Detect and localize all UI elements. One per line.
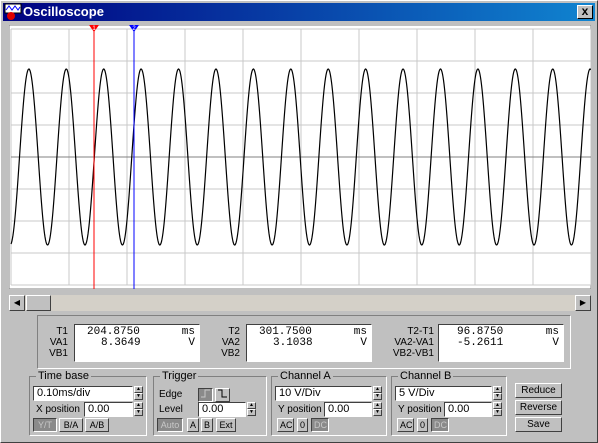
channel-a-group: Channel A 10 V/Div ▲ ▼ Y position 0.00 ▲ ▼… xyxy=(271,370,387,436)
va2-value: 3.1038 xyxy=(273,337,313,349)
channel-a-zero-button[interactable]: 0 xyxy=(297,418,308,432)
timebase-spinner[interactable]: ▲ ▼ xyxy=(134,386,143,400)
channel-a-ac-button[interactable]: AC xyxy=(277,418,294,432)
oscilloscope-app-icon xyxy=(4,3,22,20)
spin-up-icon[interactable]: ▲ xyxy=(493,402,502,409)
timebase-select[interactable]: 0.10ms/div xyxy=(33,386,133,401)
mode-ba-button[interactable]: B/A xyxy=(59,418,83,432)
spin-down-icon[interactable]: ▼ xyxy=(493,393,502,400)
channel-b-ypos-input[interactable]: 0.00 xyxy=(444,402,492,417)
x-position-label: X position xyxy=(36,404,80,415)
vb2-label: VB2 xyxy=(221,348,240,359)
spin-down-icon[interactable]: ▼ xyxy=(247,409,256,416)
scroll-thumb[interactable] xyxy=(26,295,51,311)
edge-label: Edge xyxy=(159,389,183,400)
trigger-title: Trigger xyxy=(160,370,199,382)
channel-b-title: Channel B xyxy=(398,370,454,382)
x-position-input[interactable]: 0.00 xyxy=(84,402,133,417)
x-position-spinner[interactable]: ▲ ▼ xyxy=(134,402,143,416)
channel-a-ypos-input[interactable]: 0.00 xyxy=(324,402,372,417)
scroll-left-arrow-icon[interactable]: ◀ xyxy=(9,295,25,311)
va1-unit: V xyxy=(188,337,195,349)
readout-labels-2: T2 VA2 VB2 xyxy=(214,326,240,359)
trigger-auto-button[interactable]: Auto xyxy=(157,418,183,432)
trigger-ext-button[interactable]: Ext xyxy=(216,418,236,432)
va2-unit: V xyxy=(360,337,367,349)
window-title: Oscilloscope xyxy=(23,4,104,19)
channel-a-dc-button[interactable]: DC xyxy=(311,418,329,432)
channel-b-ac-button[interactable]: AC xyxy=(397,418,414,432)
channel-b-zero-button[interactable]: 0 xyxy=(417,418,428,432)
channel-b-group: Channel B 5 V/Div ▲ ▼ Y position 0.00 ▲ ▼ … xyxy=(391,370,507,436)
t2-label: T2 xyxy=(228,326,240,337)
va1-label: VA1 xyxy=(49,337,68,348)
title-bar[interactable]: Oscilloscope x xyxy=(3,3,595,21)
timebase-title: Time base xyxy=(36,370,91,382)
spin-up-icon[interactable]: ▲ xyxy=(373,402,382,409)
readout-box-3: 96.8750 ms -5.2611 V xyxy=(438,324,564,362)
t-diff-label: T2-T1 xyxy=(407,326,434,337)
cursor-readout-panel: T1 VA1 VB1 204.8750 ms 8.3649 V T2 VA2 VB2… xyxy=(37,315,571,369)
spin-up-icon[interactable]: ▲ xyxy=(493,386,502,393)
mode-yt-button[interactable]: Y/T xyxy=(33,418,57,432)
readout-box-2: 301.7500 ms 3.1038 V xyxy=(246,324,372,362)
close-button[interactable]: x xyxy=(577,5,593,19)
save-button[interactable]: Save xyxy=(515,417,562,432)
vb-diff-label: VB2-VB1 xyxy=(392,348,434,359)
spin-down-icon[interactable]: ▼ xyxy=(134,409,143,416)
channel-a-ypos-spinner[interactable]: ▲ ▼ xyxy=(373,402,382,416)
channel-b-scale-spinner[interactable]: ▲ ▼ xyxy=(493,386,502,400)
level-label: Level xyxy=(159,404,183,415)
spin-down-icon[interactable]: ▼ xyxy=(134,393,143,400)
reverse-button[interactable]: Reverse xyxy=(515,400,562,415)
oscilloscope-screen[interactable]: 1 2 xyxy=(9,25,591,289)
spin-up-icon[interactable]: ▲ xyxy=(134,386,143,393)
spin-up-icon[interactable]: ▲ xyxy=(373,386,382,393)
trigger-level-input[interactable]: 0.00 xyxy=(198,402,246,417)
reduce-button[interactable]: Reduce xyxy=(515,383,562,398)
readout-box-1: 204.8750 ms 8.3649 V xyxy=(74,324,200,362)
channel-b-dc-button[interactable]: DC xyxy=(431,418,449,432)
channel-b-scale-select[interactable]: 5 V/Div xyxy=(395,386,492,401)
rising-edge-icon[interactable] xyxy=(198,388,213,402)
va1-value: 8.3649 xyxy=(101,337,141,349)
horizontal-scrollbar[interactable]: ◀ ▶ xyxy=(9,295,591,311)
channel-a-scale-spinner[interactable]: ▲ ▼ xyxy=(373,386,382,400)
vb1-label: VB1 xyxy=(49,348,68,359)
channel-b-ypos-spinner[interactable]: ▲ ▼ xyxy=(493,402,502,416)
trigger-group: Trigger Edge Level 0.00 ▲ ▼ Auto A B Ext xyxy=(153,370,267,436)
t1-label: T1 xyxy=(56,326,68,337)
channel-a-scale-select[interactable]: 10 V/Div xyxy=(275,386,372,401)
spin-down-icon[interactable]: ▼ xyxy=(373,393,382,400)
readout-labels-1: T1 VA1 VB1 xyxy=(42,326,68,359)
oscilloscope-window: Oscilloscope x 1 2 ◀ ▶ T1 VA1 VB1 204.87… xyxy=(0,0,598,443)
trigger-level-spinner[interactable]: ▲ ▼ xyxy=(247,402,256,416)
va-diff-value: -5.2611 xyxy=(457,337,504,349)
channel-b-ypos-label: Y position xyxy=(398,404,442,415)
timebase-group: Time base 0.10ms/div ▲ ▼ X position 0.00 … xyxy=(29,370,147,436)
spin-up-icon[interactable]: ▲ xyxy=(134,402,143,409)
readout-labels-3: T2-T1 VA2-VA1 VB2-VB1 xyxy=(376,326,434,359)
channel-a-title: Channel A xyxy=(278,370,333,382)
va2-label: VA2 xyxy=(221,337,240,348)
trigger-a-button[interactable]: A xyxy=(187,418,199,432)
mode-ab-button[interactable]: A/B xyxy=(85,418,109,432)
channel-a-ypos-label: Y position xyxy=(278,404,322,415)
va-diff-label: VA2-VA1 xyxy=(394,337,434,348)
falling-edge-icon[interactable] xyxy=(215,388,230,402)
spin-down-icon[interactable]: ▼ xyxy=(373,409,382,416)
trigger-b-button[interactable]: B xyxy=(201,418,213,432)
spin-up-icon[interactable]: ▲ xyxy=(247,402,256,409)
spin-down-icon[interactable]: ▼ xyxy=(493,409,502,416)
va-diff-unit: V xyxy=(552,337,559,349)
scroll-right-arrow-icon[interactable]: ▶ xyxy=(575,295,591,311)
